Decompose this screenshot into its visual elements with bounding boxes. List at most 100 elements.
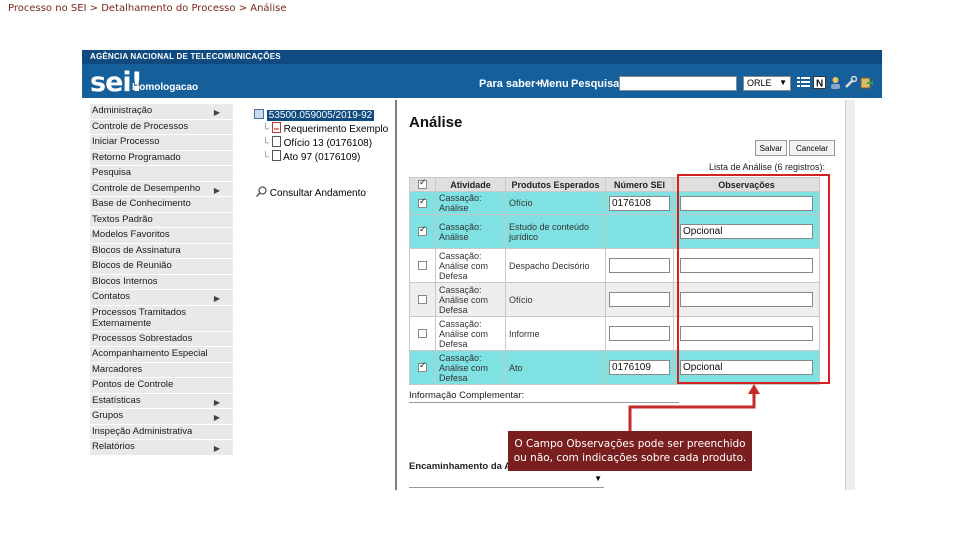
- sidebar-item[interactable]: Marcadores: [90, 362, 233, 378]
- activity-cell: Cassação: Análise com Defesa: [435, 316, 506, 351]
- row-checkbox[interactable]: [418, 329, 427, 338]
- sidebar-item[interactable]: Blocos Internos: [90, 274, 233, 290]
- row-checkbox[interactable]: [418, 197, 427, 208]
- scrollbar[interactable]: [845, 100, 855, 490]
- sidebar-item[interactable]: Textos Padrão: [90, 212, 233, 228]
- magnifier-icon: [255, 186, 267, 198]
- sidebar-item[interactable]: Controle de Desempenho ▶: [90, 181, 233, 197]
- pdf-icon: [271, 122, 281, 133]
- tree-process[interactable]: 53500.059005/2019-92: [254, 108, 375, 121]
- activity-cell: Cassação: Análise com Defesa: [435, 350, 506, 385]
- agency-bar: AGÊNCIA NACIONAL DE TELECOMUNICAÇÕES: [82, 50, 882, 64]
- row-checkbox[interactable]: [418, 261, 427, 270]
- sidebar-item[interactable]: Blocos de Assinatura: [90, 243, 233, 259]
- sidebar-item-label: Blocos de Assinatura: [92, 244, 181, 256]
- panel-divider[interactable]: [395, 100, 397, 490]
- row-checkbox[interactable]: [418, 225, 427, 236]
- cancel-button[interactable]: Cancelar: [789, 140, 835, 156]
- sidebar-item[interactable]: Pesquisa: [90, 166, 233, 182]
- sidebar-item[interactable]: Processos Tramitados Externamente: [90, 305, 233, 332]
- document-icon: [271, 136, 281, 147]
- sidebar-item[interactable]: Blocos de Reunião: [90, 259, 233, 275]
- sidebar-item-label: Contatos: [92, 291, 131, 302]
- sidebar-item[interactable]: Base de Conhecimento: [90, 197, 233, 213]
- environment-label: Homologacao: [132, 82, 199, 93]
- pesquisa-link[interactable]: Pesquisa: [571, 78, 619, 90]
- sidebar-item[interactable]: Acompanhamento Especial: [90, 347, 233, 363]
- sidebar-item-label: Modelos Favoritos: [92, 229, 170, 240]
- complementary-info-label: Informação Complementar:: [409, 390, 525, 401]
- sidebar-item-label: Grupos: [92, 410, 124, 421]
- sei-number-input[interactable]: [609, 258, 670, 273]
- sidebar-item[interactable]: Pontos de Controle: [90, 378, 233, 394]
- sidebar-item[interactable]: Relatórios ▶: [90, 440, 233, 456]
- row-select-cell[interactable]: [409, 248, 436, 283]
- folder-icon: [254, 109, 264, 119]
- product-cell: Despacho Decisório: [505, 248, 606, 283]
- chevron-right-icon: ▶: [213, 413, 220, 422]
- sidebar-item-label: Controle de Processos: [92, 120, 189, 132]
- para-saber-link[interactable]: Para saber+: [479, 78, 542, 90]
- row-select-cell[interactable]: [409, 350, 436, 385]
- list-icon[interactable]: [797, 76, 810, 89]
- row-select-cell[interactable]: [409, 316, 436, 351]
- sidebar-item-label: Retorno Programado: [92, 151, 181, 163]
- process-number[interactable]: 53500.059005/2019-92: [266, 110, 375, 121]
- search-input[interactable]: [619, 76, 737, 91]
- select-all-checkbox[interactable]: [418, 178, 427, 189]
- news-icon[interactable]: N: [813, 76, 826, 89]
- sidebar-item[interactable]: Grupos ▶: [90, 409, 233, 425]
- wrench-icon[interactable]: [844, 76, 857, 89]
- tree-document-oficio[interactable]: └ Ofício 13 (0176108): [262, 136, 372, 149]
- sidebar-item-label: Marcadores: [92, 363, 143, 375]
- unit-select[interactable]: ORLE ▼: [743, 76, 791, 91]
- sidebar-item[interactable]: Administração ▶: [90, 104, 233, 120]
- sidebar-item-label: Inspeção Administrativa: [92, 425, 193, 437]
- complementary-info-field[interactable]: [409, 402, 679, 403]
- tree-document-label: Ofício 13 (0176108): [283, 138, 373, 149]
- exit-icon[interactable]: [860, 76, 873, 89]
- sidebar-item-label: Processos Tramitados Externamente: [92, 306, 186, 330]
- sei-number-cell: 0176108: [605, 191, 674, 215]
- row-select-cell[interactable]: [409, 214, 436, 249]
- user-icon[interactable]: [829, 76, 842, 89]
- row-checkbox[interactable]: [418, 295, 427, 304]
- sidebar-item[interactable]: Estatísticas ▶: [90, 393, 233, 409]
- activity-cell: Cassação: Análise com Defesa: [435, 282, 506, 317]
- sidebar-item-label: Administração: [92, 105, 153, 116]
- sei-number-input[interactable]: 0176108: [609, 195, 670, 211]
- chevron-right-icon: ▶: [213, 185, 220, 195]
- menu-link[interactable]: Menu: [540, 78, 569, 90]
- row-select-cell[interactable]: [409, 282, 436, 317]
- sei-number-cell: [605, 248, 674, 283]
- row-select-cell[interactable]: [409, 191, 436, 215]
- row-checkbox[interactable]: [418, 361, 427, 372]
- chevron-down-icon: ▼: [779, 78, 787, 87]
- sidebar-item-label: Iniciar Processo: [92, 136, 160, 147]
- breadcrumb: Processo no SEI > Detalhamento do Proces…: [8, 3, 287, 14]
- sei-number-input[interactable]: 0176109: [609, 360, 670, 375]
- sidebar-item[interactable]: Modelos Favoritos: [90, 228, 233, 244]
- sei-window: AGÊNCIA NACIONAL DE TELECOMUNICAÇÕES sei…: [82, 50, 882, 490]
- select-all-header[interactable]: [409, 177, 436, 192]
- tree-document-ato[interactable]: └ Ato 97 (0176109): [262, 150, 360, 163]
- chevron-right-icon: ▶: [213, 294, 220, 303]
- product-cell: Estudo de conteúdo jurídico: [505, 214, 606, 249]
- sidebar-item[interactable]: Iniciar Processo: [90, 135, 233, 151]
- sidebar-item[interactable]: Contatos ▶: [90, 290, 233, 306]
- chevron-right-icon: ▶: [213, 397, 220, 407]
- save-button[interactable]: Salvar: [755, 140, 787, 156]
- consultar-andamento-link[interactable]: Consultar Andamento: [255, 186, 366, 199]
- callout-note: O Campo Observações pode ser preenchido …: [508, 431, 752, 471]
- sidebar-item[interactable]: Retorno Programado: [90, 150, 233, 166]
- sei-number-cell: [605, 316, 674, 351]
- routing-select[interactable]: ▼: [409, 474, 604, 488]
- activity-cell: Cassação: Análise: [435, 214, 506, 249]
- tree-document-requerimento[interactable]: └ Requerimento Exemplo: [262, 122, 388, 135]
- sidebar-item-label: Pesquisa: [92, 167, 132, 178]
- sidebar-item[interactable]: Controle de Processos: [90, 119, 233, 135]
- sidebar-item[interactable]: Inspeção Administrativa: [90, 424, 233, 440]
- sei-number-input[interactable]: [609, 326, 670, 341]
- sidebar-item[interactable]: Processos Sobrestados: [90, 331, 233, 347]
- sei-number-input[interactable]: [609, 292, 670, 307]
